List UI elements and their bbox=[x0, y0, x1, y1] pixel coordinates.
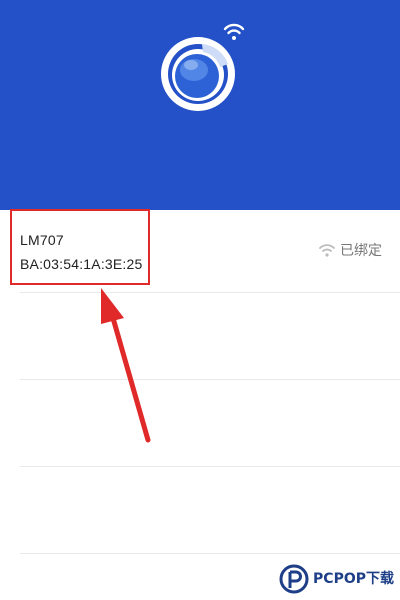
highlight-box bbox=[10, 209, 150, 285]
watermark-logo-icon bbox=[279, 564, 309, 594]
list-divider bbox=[20, 466, 400, 467]
watermark: PCPOP下载 bbox=[279, 564, 394, 594]
watermark-text: PCPOP下载 bbox=[313, 571, 394, 587]
list-divider bbox=[20, 379, 400, 380]
device-logo-icon bbox=[161, 23, 245, 111]
bound-status-label: 已绑定 bbox=[340, 243, 382, 259]
wifi-icon bbox=[223, 23, 245, 40]
list-divider bbox=[20, 553, 400, 554]
list-divider bbox=[20, 292, 400, 293]
header-banner bbox=[0, 0, 400, 210]
wifi-icon bbox=[319, 244, 335, 257]
bound-status: 已绑定 bbox=[318, 240, 382, 260]
